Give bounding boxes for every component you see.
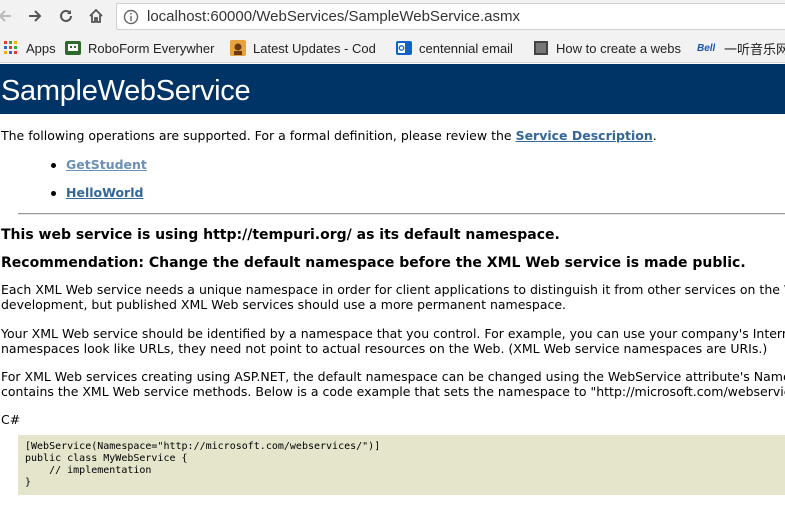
outlook-icon [396, 40, 412, 56]
url-text: localhost:60000/WebServices/SampleWebSer… [147, 8, 520, 25]
code-sample: [WebService(Namespace="http://microsoft.… [18, 435, 785, 495]
intro-text-main: The following operations are supported. … [1, 128, 516, 143]
operation-item: HelloWorld [50, 185, 143, 200]
intro-text: The following operations are supported. … [1, 128, 657, 143]
page-icon [533, 40, 549, 56]
bookmarks-bar: Apps RoboForm Everywher Latest Updates -… [0, 33, 785, 63]
paragraph-2-line-2: namespaces look like URLs, they need not… [1, 341, 768, 356]
info-icon [123, 9, 139, 25]
page-banner: SampleWebService [0, 64, 785, 114]
operation-link-getstudent[interactable]: GetStudent [66, 157, 147, 172]
bookmark-label: RoboForm Everywher [88, 40, 215, 56]
home-button[interactable] [85, 5, 107, 27]
back-button[interactable] [0, 5, 16, 27]
paragraph-3-line-1: For XML Web services creating using ASP.… [1, 369, 785, 384]
service-description-link[interactable]: Service Description [516, 128, 653, 143]
paragraph-2-line-1: Your XML Web service should be identifie… [1, 326, 785, 341]
bookmark-apps[interactable]: Apps [3, 38, 56, 58]
paragraph-1-line-2: development, but published XML Web servi… [1, 297, 567, 312]
bookmark-label: How to create a webs [556, 40, 682, 56]
operation-link-helloworld[interactable]: HelloWorld [66, 185, 143, 200]
paragraph-1-line-1: Each XML Web service needs a unique name… [1, 282, 785, 297]
operation-item: GetStudent [51, 157, 147, 172]
bookmark-label: centennial email [419, 40, 513, 56]
back-arrow-icon [0, 10, 11, 22]
bookmark-how-to-create[interactable]: How to create a webs [533, 38, 685, 58]
language-label: C# [1, 412, 21, 427]
bookmark-centennial-email[interactable]: centennial email [396, 38, 513, 58]
bookmark-roboform[interactable]: RoboForm Everywher [65, 38, 217, 58]
forward-arrow-icon [29, 10, 42, 22]
apps-grid-icon [3, 40, 19, 56]
intro-text-end: . [652, 128, 657, 143]
divider [18, 213, 785, 215]
bookmark-label: 一听音乐网 [724, 41, 785, 57]
forward-button[interactable] [24, 5, 46, 27]
browser-toolbar: localhost:60000/WebServices/SampleWebSer… [0, 0, 785, 33]
address-bar[interactable]: localhost:60000/WebServices/SampleWebSer… [116, 3, 785, 30]
bookmark-latest-updates[interactable]: Latest Updates - Cod [230, 38, 382, 58]
reload-button[interactable] [55, 5, 77, 27]
latest-updates-icon [230, 40, 246, 56]
bell-icon: Bell [697, 42, 716, 54]
recommendation-heading: Recommendation: Change the default names… [1, 255, 746, 271]
reload-icon [60, 9, 72, 22]
page-title: SampleWebService [1, 75, 251, 107]
roboform-icon [65, 40, 81, 56]
bookmark-label: Latest Updates - Cod [253, 40, 376, 56]
bookmark-bell[interactable]: Bell [697, 38, 715, 58]
home-icon [89, 8, 103, 23]
bookmark-label: Apps [26, 40, 56, 56]
namespace-heading: This web service is using http://tempuri… [1, 227, 560, 243]
bookmark-music-site[interactable]: 一听音乐网 [724, 38, 785, 58]
paragraph-3-line-2: contains the XML Web service methods. Be… [1, 384, 785, 399]
